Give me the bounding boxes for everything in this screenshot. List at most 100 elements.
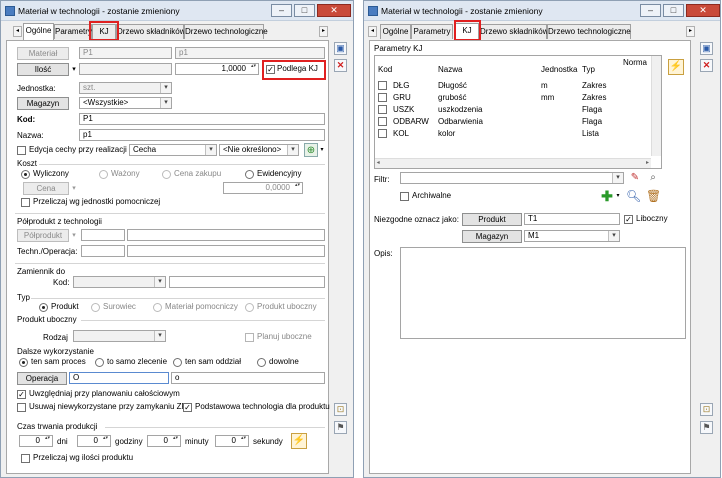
przeliczaj-ilosci-checkbox[interactable] bbox=[21, 454, 30, 463]
table-vertical-scrollbar[interactable] bbox=[651, 56, 661, 156]
tab-drzewo-skladnikow[interactable]: Drzewo składników bbox=[116, 24, 185, 39]
col-norma-header[interactable]: Norma bbox=[623, 58, 647, 67]
filtr-select[interactable] bbox=[400, 172, 624, 184]
tab-parametry[interactable]: Parametry bbox=[411, 24, 453, 39]
polprodukt-button[interactable]: Półprodukt bbox=[17, 229, 69, 242]
row-checkbox[interactable] bbox=[378, 129, 387, 138]
row-checkbox[interactable] bbox=[378, 81, 387, 90]
zamiennik-name-field[interactable] bbox=[169, 276, 325, 288]
koszt-wyliczony-radio[interactable] bbox=[21, 170, 30, 179]
przeliczaj-jedn-checkbox[interactable] bbox=[21, 198, 30, 207]
parametry-kj-table[interactable]: Kod Nazwa Jednostka Typ Norma DŁG Długoś… bbox=[374, 55, 662, 169]
usuwaj-checkbox[interactable] bbox=[17, 403, 26, 412]
ilosc-value-field[interactable]: 1,0000 bbox=[175, 63, 259, 75]
koszt-cena-zakupu-radio[interactable] bbox=[162, 170, 171, 179]
filtr-edit-icon[interactable]: ✎ bbox=[628, 171, 642, 185]
tab-scroll-left-icon[interactable]: ◂ bbox=[13, 26, 22, 37]
operacja-code-field[interactable]: O bbox=[69, 372, 169, 384]
tab-parametry[interactable]: Parametry bbox=[54, 24, 92, 39]
col-kod-header[interactable]: Kod bbox=[378, 65, 392, 74]
table-row[interactable]: GRU grubość mm Zakres bbox=[375, 92, 651, 103]
magazyn-select[interactable]: M1 bbox=[524, 230, 620, 242]
czas-dni-field[interactable]: 0 bbox=[19, 435, 53, 447]
planuj-uboczne-checkbox[interactable] bbox=[245, 333, 254, 342]
left-lock-icon[interactable]: ⊡ bbox=[334, 403, 347, 416]
czas-godziny-field[interactable]: 0 bbox=[77, 435, 111, 447]
opis-textarea[interactable] bbox=[400, 247, 686, 339]
rodzaj-select[interactable] bbox=[73, 330, 166, 342]
typ-surowiec-radio[interactable] bbox=[91, 303, 100, 312]
zamiennik-kod-select[interactable] bbox=[73, 276, 166, 288]
tab-scroll-left-icon[interactable]: ◂ bbox=[368, 26, 377, 37]
techn-name-field[interactable] bbox=[127, 245, 325, 257]
koszt-ewidencyjny-radio[interactable] bbox=[245, 170, 254, 179]
minimize-button[interactable]: – bbox=[271, 4, 292, 17]
magazyn-button[interactable]: Magazyn bbox=[462, 230, 522, 243]
koszt-wazony-radio[interactable] bbox=[99, 170, 108, 179]
operacja-name-field[interactable]: o bbox=[171, 372, 325, 384]
left-cancel-icon[interactable]: ✕ bbox=[334, 59, 347, 72]
table-row[interactable]: USZK uszkodzenia Flaga bbox=[375, 104, 651, 115]
right-cancel-icon[interactable]: ✕ bbox=[700, 59, 713, 72]
produkt-button[interactable]: Produkt bbox=[462, 213, 522, 226]
material-name-field[interactable]: p1 bbox=[175, 47, 325, 59]
material-code-field[interactable]: P1 bbox=[79, 47, 172, 59]
czas-sekundy-field[interactable]: 0 bbox=[215, 435, 249, 447]
add-menu-icon[interactable]: ▾ bbox=[614, 189, 622, 203]
ilosc-button[interactable]: Ilość bbox=[17, 63, 69, 76]
tab-drzewo-technologiczne[interactable]: Drzewo technologiczne bbox=[547, 24, 631, 39]
kod-field[interactable]: P1 bbox=[79, 113, 325, 125]
edycja-cechy-checkbox[interactable] bbox=[17, 146, 26, 155]
add-icon[interactable]: ✚ bbox=[600, 189, 614, 203]
search-icon[interactable]: 🔍︎ bbox=[626, 189, 641, 203]
row-checkbox[interactable] bbox=[378, 93, 387, 102]
dalsze-ten-sam-proces-radio[interactable] bbox=[19, 358, 28, 367]
col-typ-header[interactable]: Typ bbox=[582, 65, 595, 74]
tab-scroll-right-icon[interactable]: ▸ bbox=[319, 26, 328, 37]
tab-ogolne[interactable]: Ogólne bbox=[23, 23, 54, 40]
right-save-icon[interactable]: ▣ bbox=[700, 42, 713, 55]
czas-minuty-field[interactable]: 0 bbox=[147, 435, 181, 447]
polprodukt-name-field[interactable] bbox=[127, 229, 325, 241]
right-flag-icon[interactable]: ⚑ bbox=[700, 421, 713, 434]
cena-dropdown-icon[interactable]: ▾ bbox=[69, 182, 79, 195]
typ-material-pomocniczy-radio[interactable] bbox=[153, 303, 162, 312]
kj-lightning-icon[interactable]: ⚡ bbox=[668, 59, 684, 75]
tab-drzewo-technologiczne[interactable]: Drzewo technologiczne bbox=[184, 24, 268, 39]
cena-value-field[interactable]: 0,0000 bbox=[223, 182, 303, 194]
cecha-edit-icon[interactable]: ⊕ bbox=[304, 143, 318, 157]
col-nazwa-header[interactable]: Nazwa bbox=[438, 65, 462, 74]
podstawowa-checkbox[interactable]: ✓ bbox=[183, 403, 192, 412]
czas-lightning-icon[interactable]: ⚡ bbox=[291, 433, 307, 449]
nazwa-field[interactable]: p1 bbox=[79, 129, 325, 141]
dalsze-to-samo-zlecenie-radio[interactable] bbox=[95, 358, 104, 367]
minimize-button[interactable]: – bbox=[640, 4, 661, 17]
cecha-select[interactable]: Cecha bbox=[129, 144, 217, 156]
cena-button[interactable]: Cena bbox=[23, 182, 69, 195]
nieokreslono-select[interactable]: <Nie określono> bbox=[219, 144, 299, 156]
material-button[interactable]: Materiał bbox=[17, 47, 69, 60]
tab-ogolne[interactable]: Ogólne bbox=[380, 24, 411, 39]
typ-produkt-radio[interactable] bbox=[39, 303, 48, 312]
polprodukt-dropdown-icon[interactable]: ▾ bbox=[69, 229, 79, 242]
table-row[interactable]: ODBARW Odbarwienia Flaga bbox=[375, 116, 651, 127]
close-button[interactable]: ✕ bbox=[686, 4, 720, 17]
delete-icon[interactable]: 🗑︎ bbox=[646, 189, 661, 203]
filtr-search-icon[interactable]: ⌕ bbox=[646, 171, 660, 185]
maximize-button[interactable]: □ bbox=[663, 4, 684, 17]
magazyn-button[interactable]: Magazyn bbox=[17, 97, 69, 110]
polprodukt-code-field[interactable] bbox=[81, 229, 125, 241]
table-row[interactable]: DŁG Długość m Zakres bbox=[375, 80, 651, 91]
col-jednostka-header[interactable]: Jednostka bbox=[541, 65, 577, 74]
dalsze-ten-sam-oddzial-radio[interactable] bbox=[173, 358, 182, 367]
tab-drzewo-skladnikow[interactable]: Drzewo składników bbox=[479, 24, 548, 39]
operacja-button[interactable]: Operacja bbox=[17, 372, 67, 385]
row-checkbox[interactable] bbox=[378, 117, 387, 126]
magazyn-select[interactable]: <Wszystkie> bbox=[79, 97, 172, 109]
tab-scroll-right-icon[interactable]: ▸ bbox=[686, 26, 695, 37]
row-checkbox[interactable] bbox=[378, 105, 387, 114]
ilosc-dropdown-icon[interactable]: ▾ bbox=[69, 63, 79, 76]
right-lock-icon[interactable]: ⊡ bbox=[700, 403, 713, 416]
liboczny-checkbox[interactable]: ✓ bbox=[624, 215, 633, 224]
archiwalne-checkbox[interactable] bbox=[400, 192, 409, 201]
